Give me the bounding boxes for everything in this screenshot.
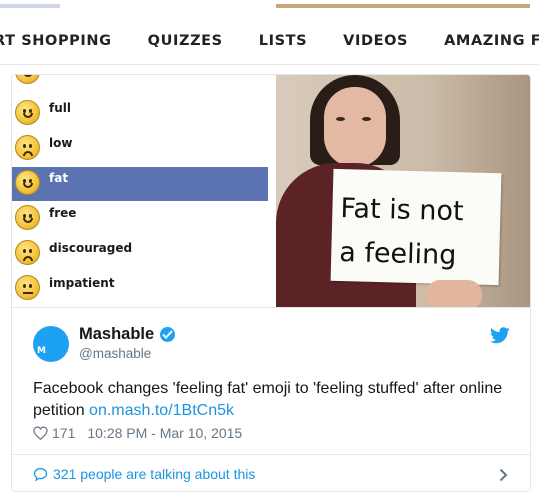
tweet-meta: 171 10:28 PM - Mar 10, 2015	[33, 425, 242, 441]
nav-item-videos[interactable]: VIDEOS	[343, 33, 408, 49]
smiley-icon	[15, 170, 40, 195]
unamused-face-icon	[15, 275, 40, 300]
emoji-label: impatient	[49, 276, 115, 290]
top-strip	[0, 0, 539, 12]
sad-face-icon	[15, 135, 40, 160]
emoji-row-full: full	[12, 97, 268, 131]
emoji-label: full	[49, 101, 71, 115]
emoji-label: free	[49, 206, 77, 220]
emoji-row-low: low	[12, 132, 268, 166]
tweet-media[interactable]: amazed full low fat free discouraged	[12, 75, 530, 307]
sad-face-icon	[15, 240, 40, 265]
talking-count-label: 321 people are talking about this	[53, 466, 256, 482]
nav-item-shopping[interactable]: RT SHOPPING	[0, 33, 112, 49]
tweet-text: Facebook changes 'feeling fat' emoji to …	[33, 378, 513, 422]
avatar[interactable]: M	[33, 326, 69, 362]
chat-bubble-icon	[33, 467, 48, 482]
protest-photo: Fat is not a feeling	[276, 75, 530, 307]
emoji-feeling-list: amazed full low fat free discouraged	[12, 75, 274, 307]
emoji-row-discouraged: discouraged	[12, 237, 268, 271]
like-count[interactable]: 171	[52, 425, 75, 441]
sign-line-1: Fat is not	[340, 193, 464, 228]
tweet-timestamp[interactable]: 10:28 PM - Mar 10, 2015	[87, 425, 242, 441]
sign-line-2: a feeling	[338, 237, 457, 272]
author-name[interactable]: Mashable	[79, 325, 154, 344]
chevron-right-icon	[499, 468, 508, 482]
embedded-tweet-card: amazed full low fat free discouraged	[11, 74, 531, 492]
emoji-label: low	[49, 136, 73, 150]
emoji-row-free: free	[12, 202, 268, 236]
emoji-label: discouraged	[49, 241, 133, 255]
author-handle[interactable]: @mashable	[79, 346, 151, 361]
emoji-label: fat	[49, 171, 69, 185]
avatar-letter: M	[37, 346, 46, 356]
person-hand	[426, 280, 482, 307]
nav-item-quizzes[interactable]: QUIZZES	[148, 33, 223, 49]
person-face	[324, 87, 386, 167]
nav-item-amazing-facts[interactable]: AMAZING FACTS	[444, 33, 539, 49]
conversation-link[interactable]: 321 people are talking about this	[12, 454, 530, 491]
smiley-icon	[15, 100, 40, 125]
tweet-link[interactable]: on.mash.to/1BtCn5k	[89, 402, 234, 419]
top-strip-right	[276, 4, 530, 8]
verified-badge-icon	[160, 327, 175, 342]
twitter-bird-icon[interactable]	[490, 327, 510, 344]
heart-icon[interactable]	[33, 426, 48, 440]
top-nav: RT SHOPPING QUIZZES LISTS VIDEOS AMAZING…	[0, 18, 539, 65]
smiley-icon	[15, 75, 40, 84]
emoji-row-amazed: amazed	[12, 75, 268, 90]
nav-item-lists[interactable]: LISTS	[259, 33, 307, 49]
emoji-row-impatient: impatient	[12, 272, 268, 306]
smiley-icon	[15, 205, 40, 230]
emoji-row-fat-selected: fat	[12, 167, 268, 201]
handwritten-sign: Fat is not a feeling	[330, 168, 502, 286]
tweet-body: M Mashable @mashable Facebook changes 'f…	[12, 307, 530, 491]
top-strip-left	[0, 4, 60, 8]
